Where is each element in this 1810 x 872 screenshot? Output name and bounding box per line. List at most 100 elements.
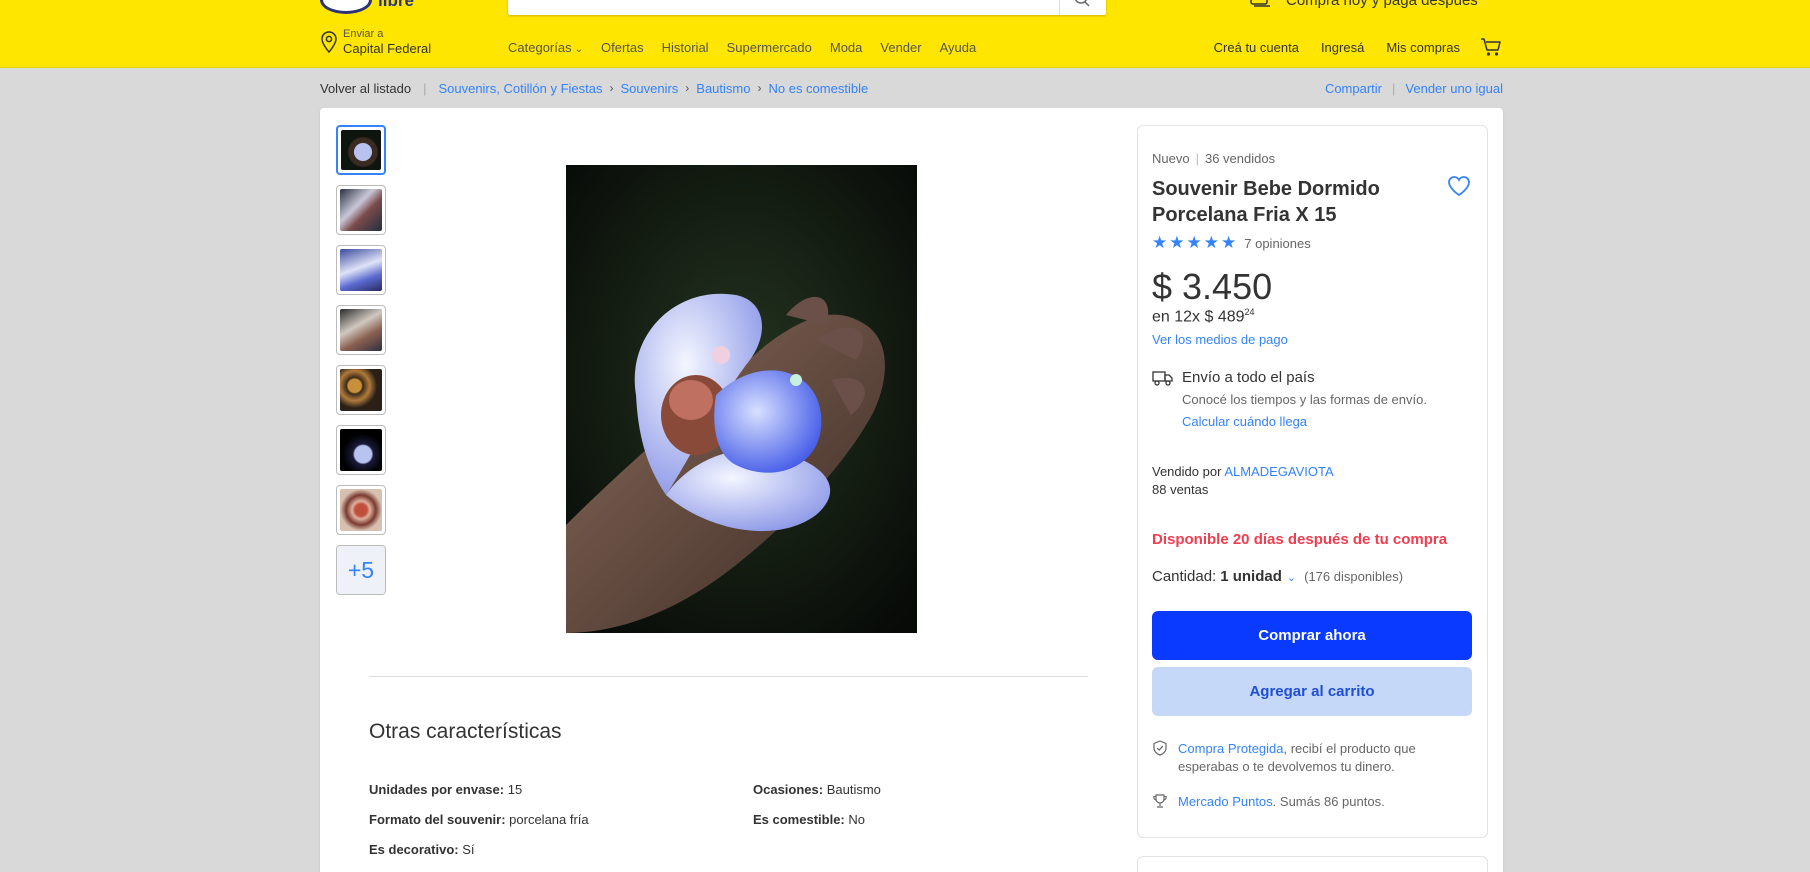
buy-now-pay-later-promo[interactable]: Comprá hoy y pagá después: [1250, 0, 1502, 12]
promo-card-icon: [1250, 0, 1270, 7]
star-icon: ★: [1186, 233, 1202, 252]
thumbnail[interactable]: [336, 365, 386, 415]
location-label: Enviar a: [343, 28, 384, 40]
payment-methods-link[interactable]: Ver los medios de pago: [1152, 332, 1288, 347]
chevron-right-icon: ›: [685, 81, 690, 95]
main-product-image[interactable]: [566, 165, 917, 633]
breadcrumb-item[interactable]: No es comestible: [768, 81, 868, 96]
thumbnail[interactable]: [336, 485, 386, 535]
spec-item: Es comestible: No: [753, 812, 865, 827]
cart-icon[interactable]: [1480, 37, 1502, 57]
stock-count: (176 disponibles): [1304, 569, 1404, 584]
installments: en 12x $ 48924: [1152, 307, 1255, 326]
user-nav: Creá tu cuenta Ingresá Mis compras: [1192, 40, 1460, 58]
thumbnail[interactable]: [336, 245, 386, 295]
truck-icon: [1152, 371, 1173, 386]
spec-value: Sí: [462, 842, 475, 857]
shipping-location[interactable]: Enviar a Capital Federal: [320, 28, 470, 58]
location-pin-icon: [321, 31, 337, 54]
more-photos-thumbnail[interactable]: +5: [336, 545, 386, 595]
nav-supermercado[interactable]: Supermercado: [727, 40, 812, 58]
price: $ 3.450: [1152, 266, 1273, 307]
section-divider: [369, 676, 1088, 677]
spec-item: Es decorativo: Sí: [369, 842, 475, 857]
seller-name-link[interactable]: ALMADEGAVIOTA: [1224, 464, 1333, 479]
nav-historial[interactable]: Historial: [662, 40, 709, 58]
review-count: 7 opiniones: [1244, 235, 1311, 251]
spec-label: Es comestible:: [753, 812, 845, 827]
share-divider: |: [1392, 81, 1396, 96]
logo-handshake-icon: [320, 0, 372, 14]
condition-line: Nuevo | 36 vendidos: [1152, 151, 1275, 166]
condition-divider: |: [1195, 151, 1199, 166]
rating[interactable]: ★ ★ ★ ★ ★ 7 opiniones: [1152, 233, 1311, 253]
share-actions: Compartir | Vender uno igual: [1325, 81, 1503, 96]
login-link[interactable]: Ingresá: [1321, 40, 1364, 58]
star-icon: ★: [1203, 233, 1219, 252]
specs-title: Otras características: [369, 720, 562, 743]
product-title: Souvenir Bebe Dormido Porcelana Fria X 1…: [1152, 178, 1380, 226]
mercado-points-link[interactable]: Mercado Puntos: [1178, 794, 1273, 809]
points-text: . Sumás 86 puntos.: [1272, 794, 1385, 809]
protection-link[interactable]: Compra Protegida: [1178, 741, 1284, 756]
search-input[interactable]: [508, 0, 1106, 15]
breadcrumb-item[interactable]: Bautismo: [696, 81, 750, 96]
chevron-down-icon: ⌄: [1286, 572, 1297, 584]
back-to-list-link[interactable]: Volver al listado: [320, 81, 411, 96]
shipping-subtitle: Conocé los tiempos y las formas de envío…: [1182, 392, 1427, 407]
spec-label: Es decorativo:: [369, 842, 459, 857]
chevron-right-icon: ›: [609, 81, 614, 95]
breadcrumb-item[interactable]: Souvenirs, Cotillón y Fiestas: [438, 81, 602, 96]
product-photo: [566, 165, 917, 633]
nav-ofertas[interactable]: Ofertas: [601, 40, 644, 58]
quantity-selector[interactable]: Cantidad: 1 unidad ⌄ (176 disponibles): [1152, 568, 1403, 585]
search-divider: [1059, 0, 1060, 15]
spec-item: Unidades por envase: 15: [369, 782, 522, 797]
mercadolibre-logo[interactable]: libre: [320, 0, 440, 14]
thumbnail[interactable]: [336, 305, 386, 355]
nav-ayuda[interactable]: Ayuda: [940, 40, 977, 58]
nav-categorias[interactable]: Categorías ⌄: [508, 40, 583, 58]
star-icon: ★: [1221, 233, 1237, 252]
chevron-down-icon: ⌄: [574, 44, 583, 55]
spec-value: porcelana fría: [509, 812, 589, 827]
share-link[interactable]: Compartir: [1325, 81, 1382, 96]
nav-vender[interactable]: Vender: [880, 40, 921, 58]
search-icon[interactable]: [1074, 0, 1092, 7]
thumbnail[interactable]: [336, 125, 386, 175]
spec-item: Ocasiones: Bautismo: [753, 782, 881, 797]
seller-info: Vendido por ALMADEGAVIOTA: [1152, 464, 1334, 479]
my-purchases-link[interactable]: Mis compras: [1386, 40, 1460, 58]
sold-count: 36 vendidos: [1204, 151, 1276, 166]
availability-notice: Disponible 20 días después de tu compra: [1152, 531, 1448, 548]
spec-value: No: [848, 812, 866, 827]
location-value: Capital Federal: [343, 41, 432, 56]
nav-moda[interactable]: Moda: [830, 40, 863, 58]
secondary-box: [1137, 856, 1488, 872]
thumbnail[interactable]: [336, 425, 386, 475]
promo-text: Comprá hoy y pagá después: [1286, 0, 1478, 9]
add-to-cart-button[interactable]: Agregar al carrito: [1152, 667, 1472, 716]
logo-text: libre: [378, 0, 414, 10]
seller-prefix: Vendido por: [1152, 464, 1222, 479]
breadcrumb: Volver al listado | Souvenirs, Cotillón …: [320, 79, 868, 97]
breadcrumb-item[interactable]: Souvenirs: [620, 81, 678, 96]
heart-icon[interactable]: [1446, 174, 1472, 198]
top-header: libre Comprá hoy y pagá después Enviar a…: [0, 0, 1810, 68]
star-icon: ★: [1169, 233, 1185, 252]
nav-categorias-label: Categorías: [508, 40, 572, 55]
spec-label: Formato del souvenir:: [369, 812, 506, 827]
purchase-protection: Compra Protegida, recibí el producto que…: [1178, 740, 1468, 776]
installments-cents: 24: [1244, 307, 1255, 317]
create-account-link[interactable]: Creá tu cuenta: [1214, 40, 1299, 58]
mercado-points: Mercado Puntos. Sumás 86 puntos.: [1178, 794, 1385, 809]
spec-item: Formato del souvenir: porcelana fría: [369, 812, 589, 827]
spec-value: 15: [507, 782, 523, 797]
spec-value: Bautismo: [826, 782, 881, 797]
calculate-shipping-link[interactable]: Calcular cuándo llega: [1182, 414, 1307, 429]
buy-now-button[interactable]: Comprar ahora: [1152, 611, 1472, 660]
thumbnail[interactable]: [336, 185, 386, 235]
installments-text: en 12x $ 489: [1152, 308, 1245, 326]
star-icon: ★: [1152, 233, 1168, 252]
sell-same-link[interactable]: Vender uno igual: [1405, 81, 1503, 96]
